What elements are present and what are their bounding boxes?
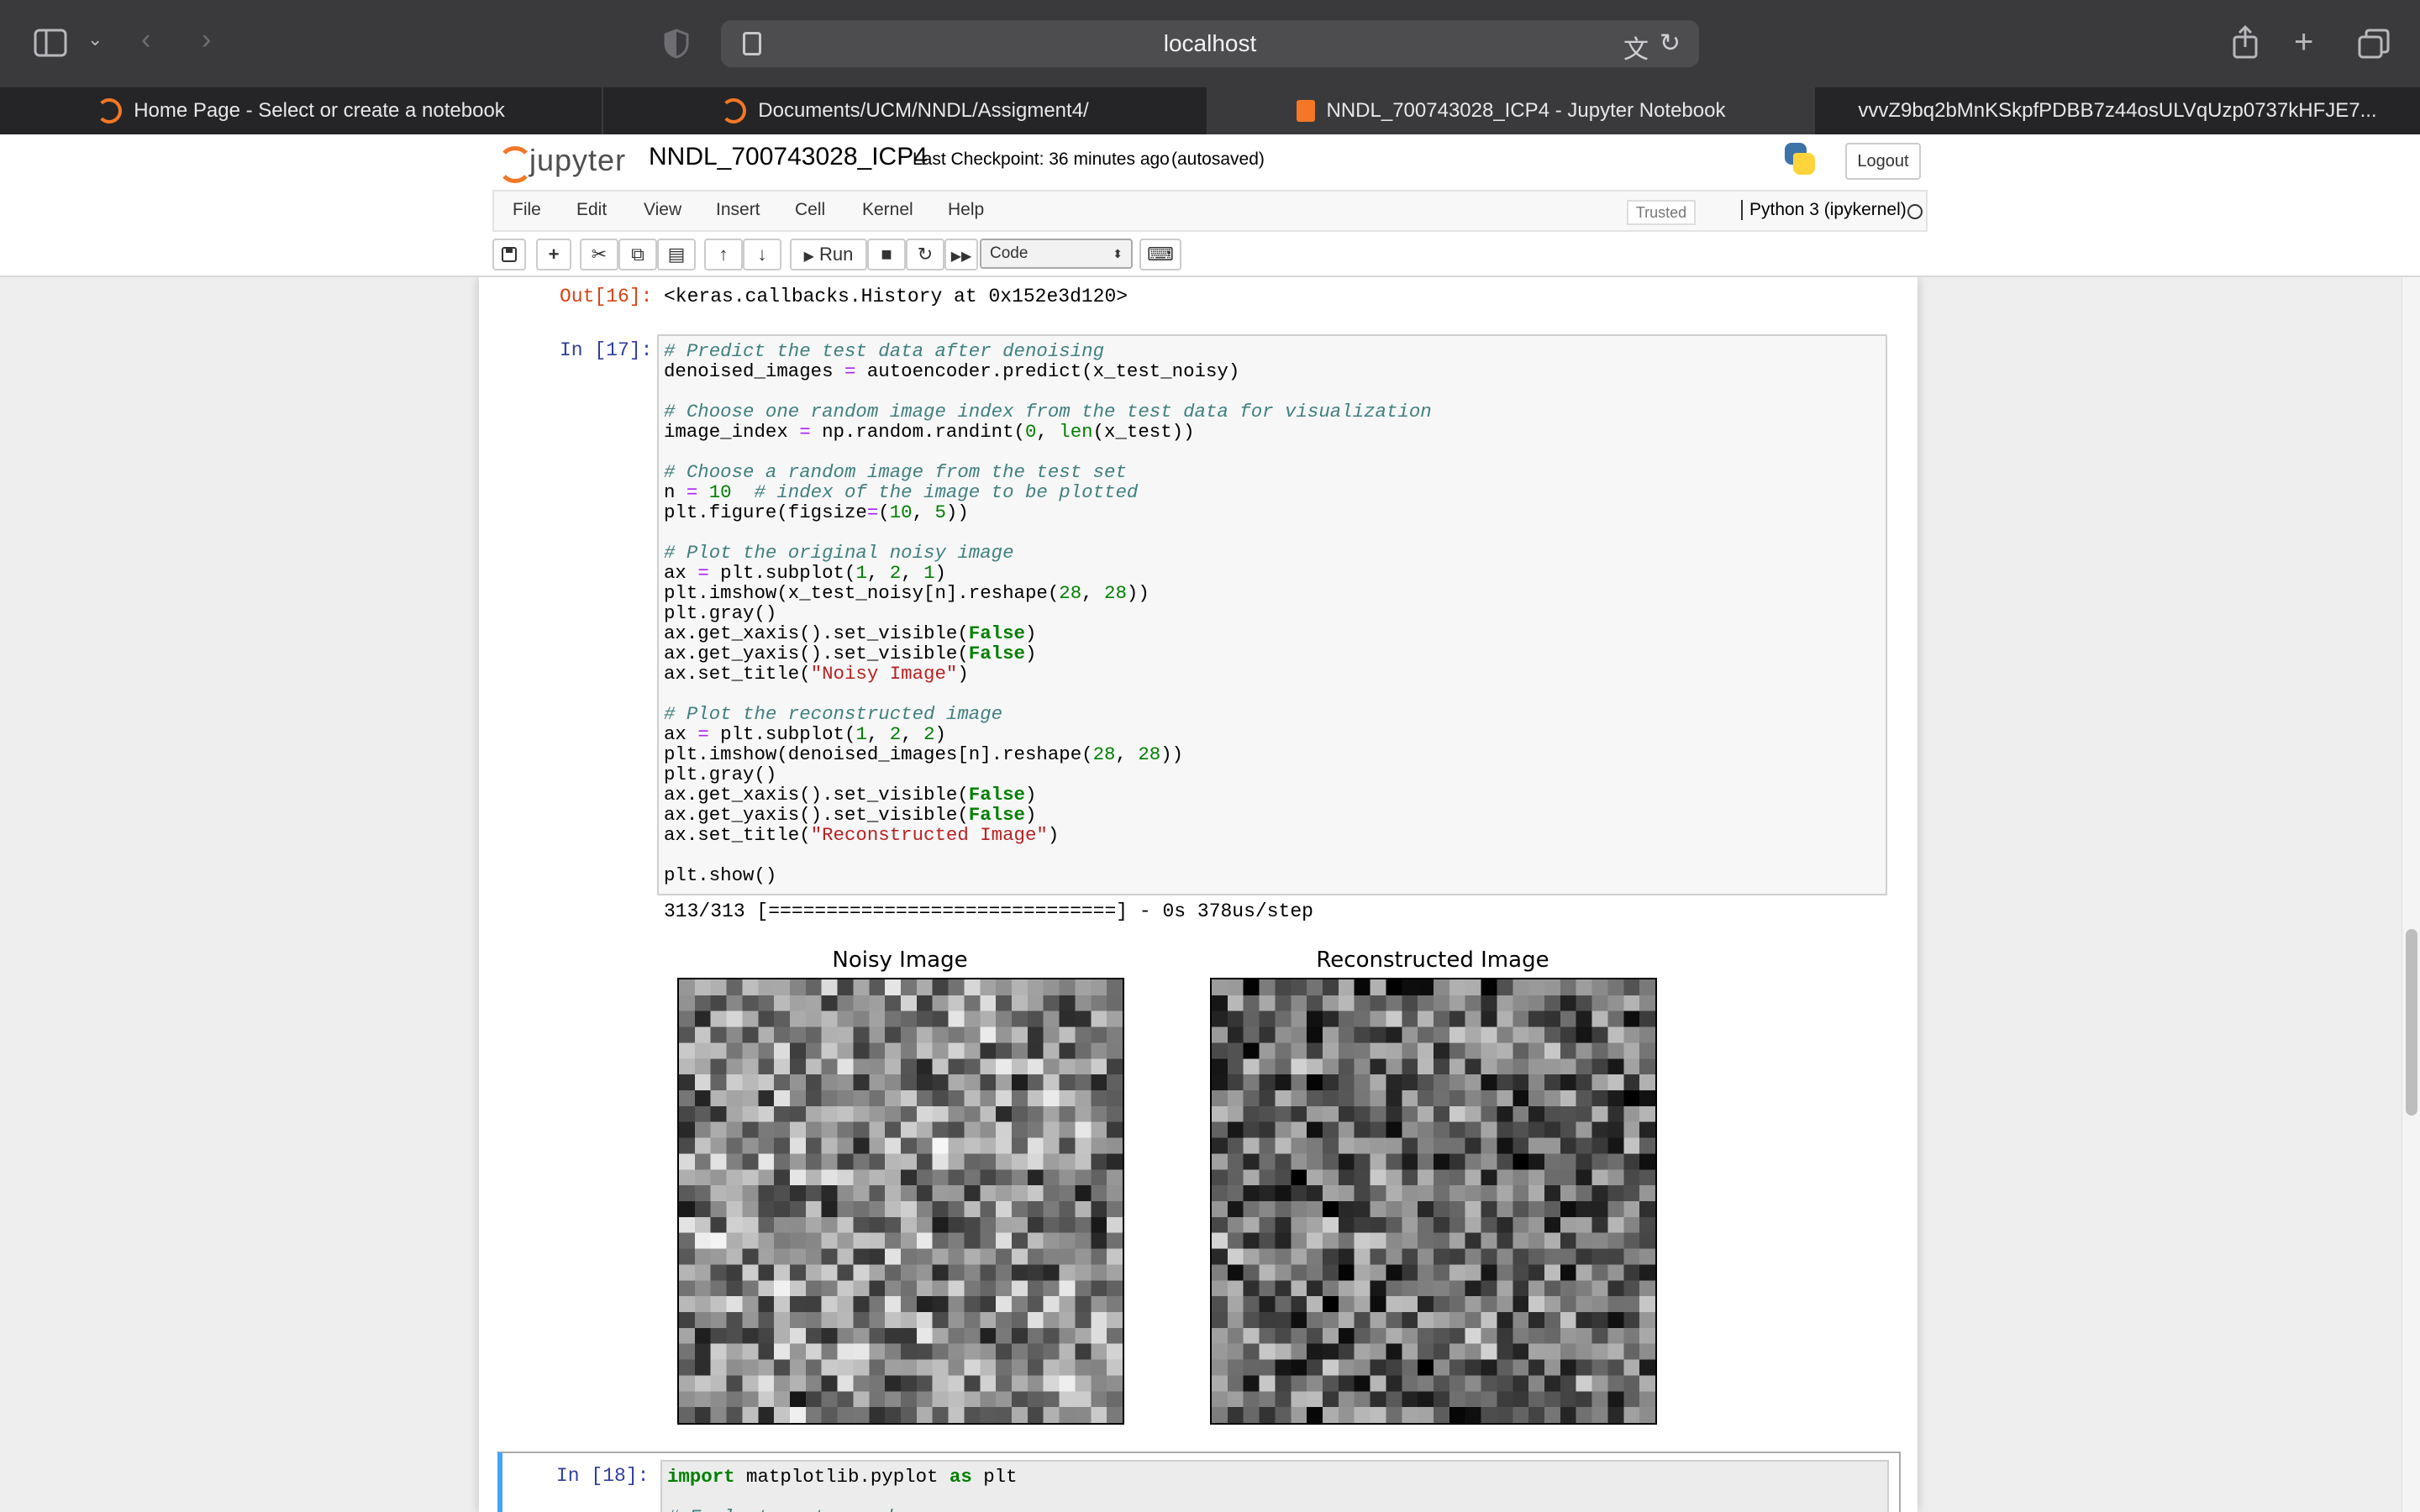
menu-cell[interactable]: Cell <box>795 200 825 220</box>
tab-label: NNDL_700743028_ICP4 - Jupyter Notebook <box>1326 99 1726 122</box>
python-icon <box>1781 141 1818 178</box>
menubar: File Edit View Insert Cell Kernel Help T… <box>492 190 1928 232</box>
kernel-status-icon <box>1907 204 1923 219</box>
output-prompt: Out[16]: <box>560 286 653 307</box>
menu-edit[interactable]: Edit <box>576 200 607 220</box>
reload-icon[interactable]: ↻ <box>1660 29 1681 58</box>
address-bar[interactable]: localhost 文 ↻ <box>721 20 1699 67</box>
share-icon[interactable] <box>2232 24 2259 64</box>
code-editor[interactable]: import matplotlib.pyplot as plt # Evalua… <box>660 1460 1889 1512</box>
figure-title-reconstructed: Reconstructed Image <box>1316 948 1549 973</box>
menu-file[interactable]: File <box>513 200 541 220</box>
page-scrollbar[interactable] <box>2402 277 2420 1512</box>
address-text: localhost <box>1163 30 1257 56</box>
menu-help[interactable]: Help <box>948 200 984 220</box>
tab-home-page[interactable]: Home Page - Select or create a notebook <box>0 87 603 134</box>
select-arrows-icon: ⬍ <box>1113 247 1123 260</box>
plus-icon: + <box>548 244 560 265</box>
trusted-badge[interactable]: Trusted <box>1627 200 1696 225</box>
command-palette-button[interactable]: ⌨ <box>1139 239 1181 270</box>
sidebar-icon[interactable] <box>34 29 67 62</box>
cell-type-value: Code <box>990 244 1028 262</box>
restart-run-all-button[interactable]: ▶▶ <box>944 239 978 270</box>
arrow-down-icon: ↓ <box>757 244 767 265</box>
insert-cell-button[interactable]: + <box>536 239 571 270</box>
output-text: <keras.callbacks.History at 0x152e3d120> <box>664 286 1128 307</box>
checkpoint-status: Last Checkpoint: 36 minutes ago <box>913 150 1170 169</box>
move-up-button[interactable]: ↑ <box>704 239 743 270</box>
figure-title-noisy: Noisy Image <box>832 948 968 973</box>
tab-label: Documents/UCM/NNDL/Assigment4/ <box>758 99 1089 122</box>
scissors-icon: ✂ <box>591 244 608 265</box>
notebook-icon <box>1296 100 1315 122</box>
copy-icon: ⧉ <box>631 244 644 265</box>
paste-button[interactable]: ▤ <box>657 239 696 270</box>
reconstructed-image <box>1210 978 1657 1425</box>
reconstructed-image-pixels <box>1212 979 1655 1423</box>
keyboard-icon: ⌨ <box>1147 244 1174 265</box>
forward-icon[interactable]: › <box>202 25 211 54</box>
code-editor[interactable]: # Predict the test data after denoising … <box>657 334 1887 895</box>
jupyter-logo[interactable]: jupyter <box>496 141 627 183</box>
logout-button[interactable]: Logout <box>1845 143 1921 180</box>
code-content: # Predict the test data after denoising … <box>664 340 1432 886</box>
back-icon[interactable]: ‹ <box>141 25 150 54</box>
translate-icon[interactable]: 文 <box>1623 29 1649 66</box>
menu-view[interactable]: View <box>644 200 681 220</box>
noisy-image <box>677 978 1124 1425</box>
input-prompt: In [17]: <box>560 339 653 361</box>
jupyter-logo-text: jupyter <box>529 143 627 177</box>
interrupt-button[interactable]: ■ <box>867 239 906 270</box>
menu-kernel[interactable]: Kernel <box>862 200 913 220</box>
tab-overview-icon[interactable] <box>2358 29 2390 64</box>
restart-icon: ↻ <box>917 244 934 265</box>
restart-button[interactable]: ↻ <box>906 239 944 270</box>
run-button[interactable]: ▶ Run <box>790 239 867 270</box>
copy-button[interactable]: ⧉ <box>618 239 657 270</box>
tab-notebook[interactable]: NNDL_700743028_ICP4 - Jupyter Notebook <box>1208 87 1815 134</box>
new-tab-icon[interactable]: + <box>2294 25 2313 59</box>
input-prompt: In [18]: <box>556 1465 650 1487</box>
notebook-container: Out[16]: <keras.callbacks.History at 0x1… <box>479 277 1918 1512</box>
stop-icon: ■ <box>881 244 892 265</box>
noisy-image-pixels <box>679 979 1123 1423</box>
jupyter-icon <box>721 98 747 123</box>
browser-titlebar: ⌄ ‹ › localhost 文 ↻ + <box>0 0 2420 87</box>
code-content: import matplotlib.pyplot as plt # Evalua… <box>667 1466 1018 1512</box>
privacy-shield-icon[interactable] <box>664 29 689 64</box>
scrollbar-thumb[interactable] <box>2406 929 2417 1116</box>
selected-code-cell[interactable]: In [18]: import matplotlib.pyplot as plt… <box>497 1452 1901 1512</box>
tab-label: Home Page - Select or create a notebook <box>134 99 505 122</box>
tab-assignment-folder[interactable]: Documents/UCM/NNDL/Assigment4/ <box>603 87 1208 134</box>
menu-insert[interactable]: Insert <box>716 200 760 220</box>
jupyter-logo-icon <box>496 141 533 183</box>
notebook-toolbar: + ✂ ⧉ ▤ ↑ ↓ ▶ Run ■ ↻ ▶▶ Code ⬍ ⌨ <box>492 235 1928 274</box>
save-icon <box>502 247 517 262</box>
jupyter-icon <box>97 98 123 123</box>
cell-type-select[interactable]: Code ⬍ <box>980 239 1133 269</box>
notebook-scroll-area[interactable]: Out[16]: <keras.callbacks.History at 0x1… <box>0 277 2420 1512</box>
cut-button[interactable]: ✂ <box>580 239 618 270</box>
tab-strip: Home Page - Select or create a notebook … <box>0 87 2420 134</box>
kernel-name[interactable]: Python 3 (ipykernel) <box>1741 200 1907 220</box>
fast-forward-icon: ▶▶ <box>950 249 972 264</box>
tab-other[interactable]: vvvZ9bq2bMnKSkpfPDBB7z44osULVqUzp0737kHF… <box>1815 87 2420 134</box>
run-label: Run <box>819 244 854 265</box>
save-button[interactable] <box>492 239 526 270</box>
play-icon: ▶ <box>803 249 814 264</box>
autosave-status: (autosaved) <box>1171 150 1265 169</box>
jupyter-header: jupyter NNDL_700743028_ICP4 Last Checkpo… <box>0 134 2420 190</box>
arrow-up-icon: ↑ <box>718 244 729 265</box>
paste-icon: ▤ <box>667 244 686 265</box>
chevron-down-icon[interactable]: ⌄ <box>87 30 103 49</box>
notebook-menubar-container: File Edit View Insert Cell Kernel Help T… <box>0 190 2420 277</box>
notebook-name[interactable]: NNDL_700743028_ICP4 <box>649 143 928 171</box>
move-down-button[interactable]: ↓ <box>743 239 781 270</box>
stdout-progress: 313/313 [==============================]… <box>664 900 1313 922</box>
tab-label: vvvZ9bq2bMnKSkpfPDBB7z44osULVqUzp0737kHF… <box>1858 99 2377 122</box>
